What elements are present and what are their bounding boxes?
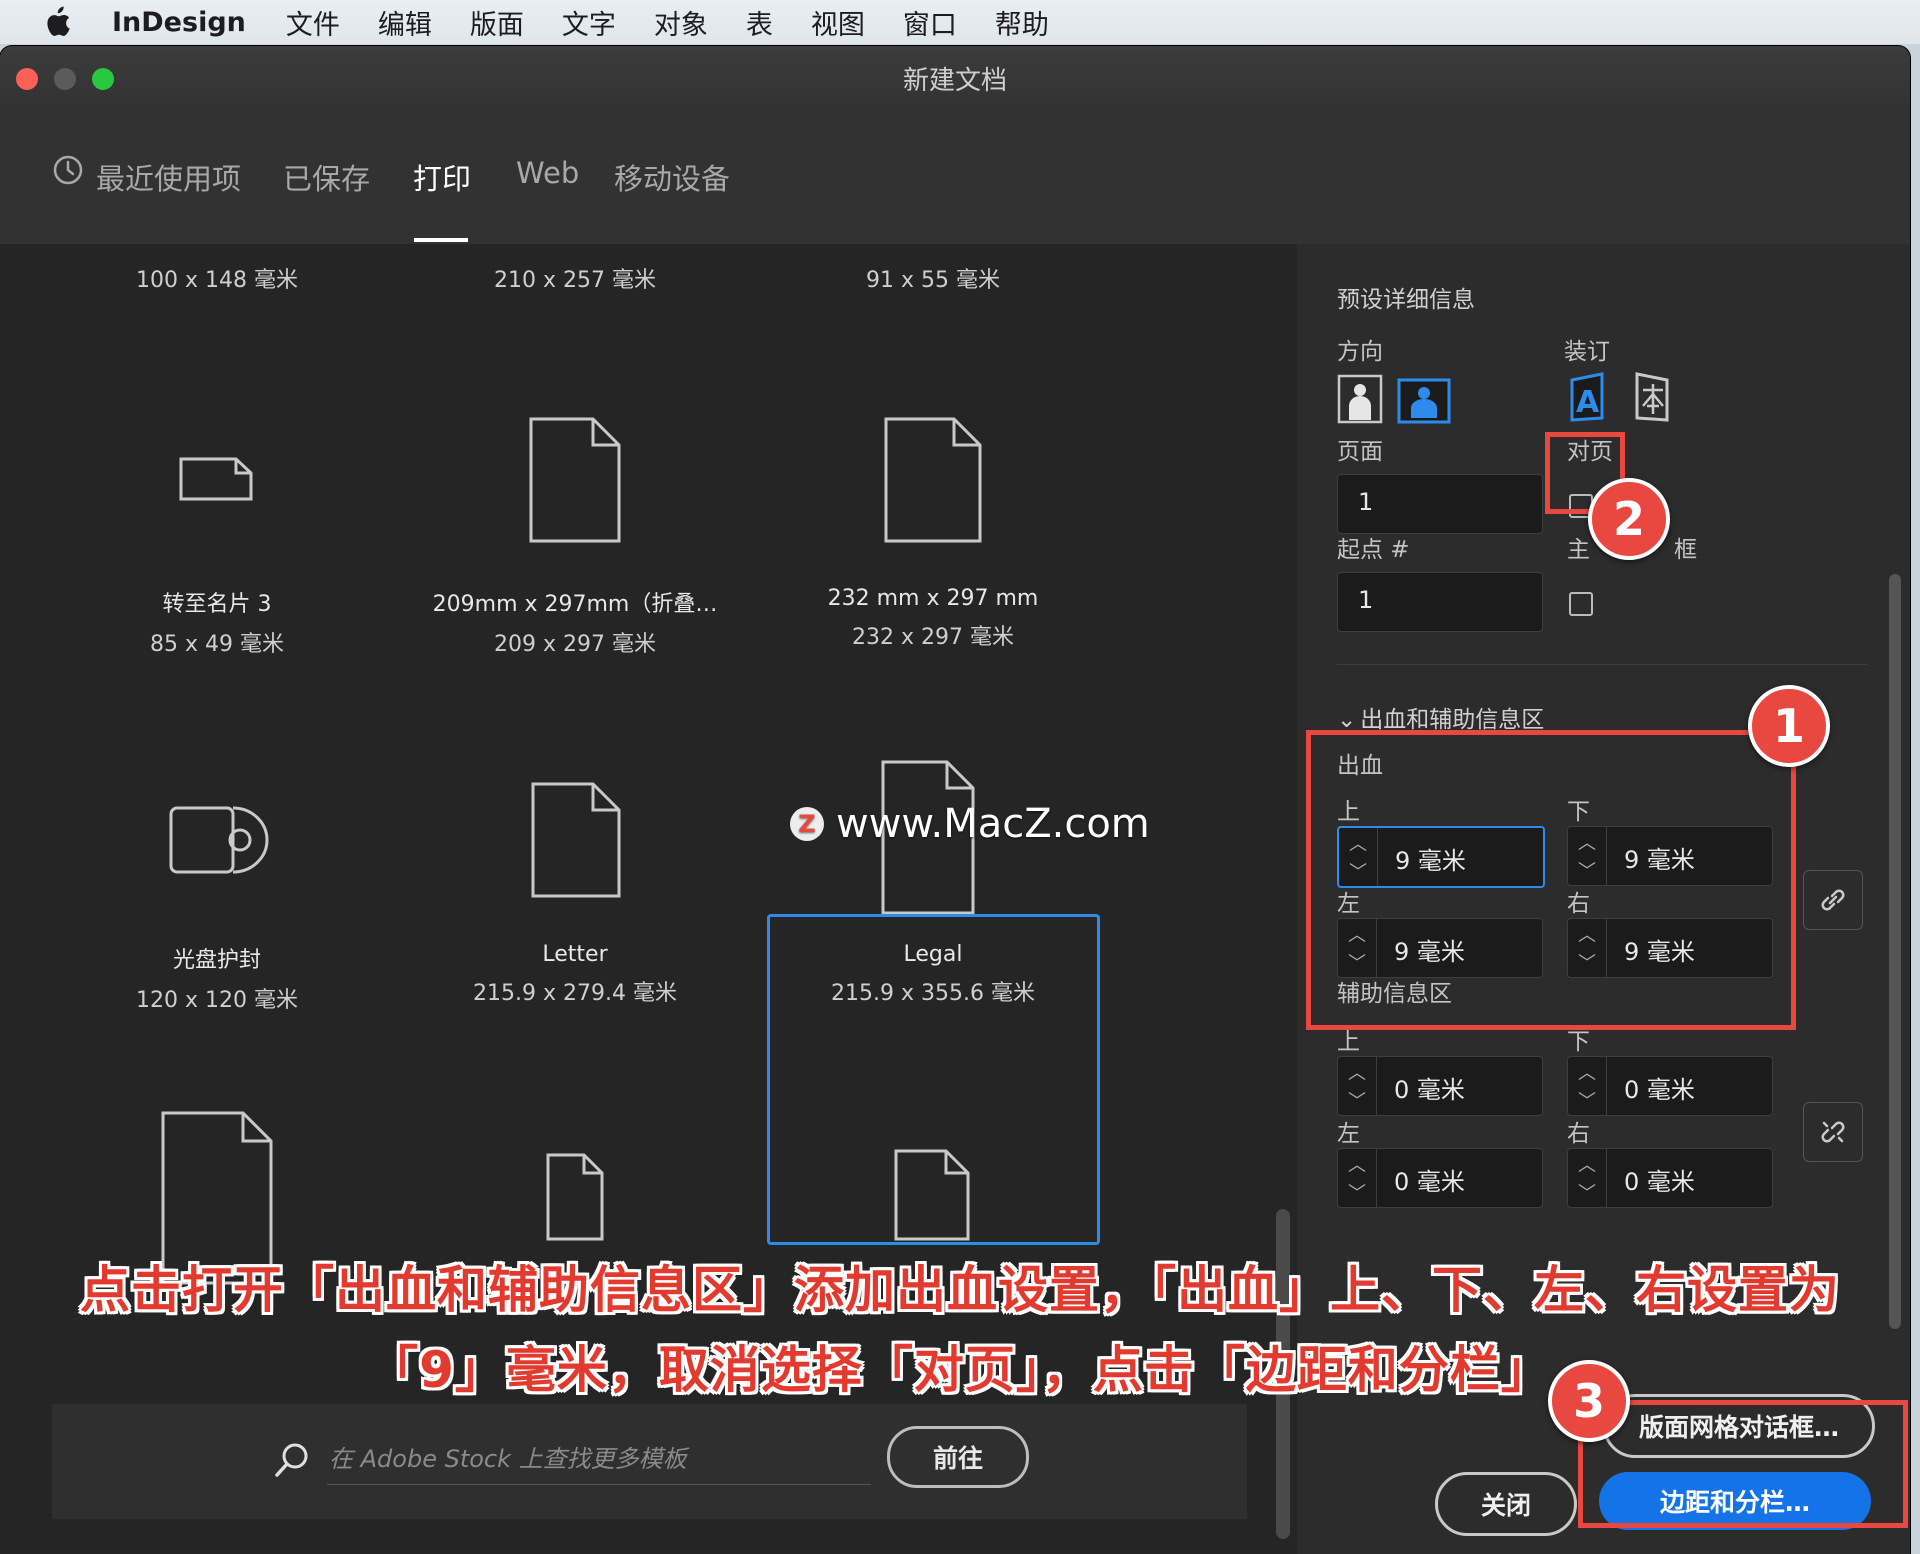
- link-bleed-values-button[interactable]: [1803, 870, 1863, 930]
- pages-label: 页面: [1337, 439, 1383, 465]
- active-tab-indicator: [414, 238, 468, 242]
- template-dims: 210 x 257 毫米: [494, 268, 656, 293]
- link-icon: [1821, 889, 1845, 911]
- document-icon: [884, 417, 982, 543]
- title-bar: 新建文档: [0, 46, 1910, 105]
- stock-search-bar: 前往: [52, 1404, 1247, 1519]
- template-name: 转至名片 3: [162, 592, 272, 617]
- unlink-icon: [1821, 1121, 1845, 1143]
- template-dims: 85 x 49 毫米: [150, 632, 284, 657]
- template-name: 232 mm x 297 mm: [827, 586, 1039, 611]
- apple-icon[interactable]: [42, 5, 72, 39]
- orientation-label: 方向: [1337, 339, 1383, 365]
- right-to-left-binding-icon[interactable]: [1629, 372, 1675, 422]
- small-document-icon: [894, 1149, 970, 1241]
- menu-table[interactable]: 表: [746, 3, 773, 42]
- template-dims: 100 x 148 毫米: [136, 268, 298, 293]
- small-document-icon: [546, 1153, 604, 1241]
- template-card[interactable]: 210 x 257 毫米: [405, 254, 745, 294]
- step-badge-2: 2: [1588, 478, 1670, 560]
- left-to-right-binding-icon[interactable]: A: [1564, 372, 1610, 422]
- template-card[interactable]: 100 x 148 毫米: [47, 254, 387, 294]
- card-landscape-icon: [179, 457, 253, 501]
- template-card[interactable]: 91 x 55 毫米: [763, 254, 1103, 294]
- menu-view[interactable]: 视图: [811, 3, 865, 42]
- menu-app-name[interactable]: InDesign: [112, 7, 246, 38]
- watermark: Z www.MacZ.com: [790, 801, 1150, 847]
- tab-saved[interactable]: 已保存: [283, 156, 370, 198]
- pages-input[interactable]: 1: [1337, 474, 1543, 534]
- template-name: Legal: [903, 942, 963, 967]
- template-dims: 215.9 x 279.4 毫米: [473, 981, 677, 1006]
- template-card[interactable]: Letter 215.9 x 279.4 毫米: [405, 942, 745, 1007]
- unlink-slug-values-button[interactable]: [1803, 1102, 1863, 1162]
- template-card[interactable]: 光盘护封 120 x 120 毫米: [47, 942, 387, 1014]
- tab-mobile[interactable]: 移动设备: [614, 156, 730, 198]
- stepper-arrows-icon[interactable]: ︿ ﹀: [1568, 1057, 1607, 1115]
- template-name: 209mm x 297mm（折叠…: [432, 592, 718, 617]
- tab-print[interactable]: 打印: [413, 156, 471, 198]
- cd-case-icon: [169, 806, 269, 874]
- tab-web[interactable]: Web: [516, 156, 579, 190]
- slug-top-stepper[interactable]: ︿ ﹀ 0 毫米: [1337, 1056, 1543, 1116]
- template-dims: 209 x 297 毫米: [494, 632, 656, 657]
- menu-file[interactable]: 文件: [286, 3, 340, 42]
- template-dims: 232 x 297 毫米: [852, 625, 1014, 650]
- template-card[interactable]: 232 mm x 297 mm 232 x 297 毫米: [763, 586, 1103, 651]
- search-icon: [275, 1443, 308, 1477]
- slug-bottom-stepper[interactable]: ︿ ﹀ 0 毫米: [1567, 1056, 1773, 1116]
- template-card-selected[interactable]: Legal 215.9 x 355.6 毫米: [763, 942, 1103, 1007]
- clock-icon: [53, 155, 83, 185]
- stepper-arrows-icon[interactable]: ︿ ﹀: [1568, 1149, 1607, 1207]
- letter-document-icon: [531, 782, 621, 898]
- stock-search-input[interactable]: [327, 1434, 871, 1485]
- menu-object[interactable]: 对象: [654, 3, 708, 42]
- section-divider: [1337, 664, 1867, 665]
- caption-line-2: 「9」毫米，取消选择「对页」，点击「边距和分栏」: [368, 1341, 1552, 1399]
- svg-text:A: A: [1576, 385, 1600, 420]
- menu-edit[interactable]: 编辑: [378, 3, 432, 42]
- primary-text-frame-checkbox[interactable]: [1569, 592, 1593, 616]
- start-page-input[interactable]: 1: [1337, 572, 1543, 632]
- panel-scrollbar[interactable]: [1889, 574, 1901, 1329]
- go-button[interactable]: 前往: [887, 1426, 1029, 1488]
- template-dims: 91 x 55 毫米: [866, 268, 1000, 293]
- document-icon: [529, 417, 621, 543]
- tab-recent[interactable]: 最近使用项: [96, 156, 241, 198]
- category-tabs: 最近使用项 已保存 打印 Web 移动设备: [0, 104, 1910, 245]
- menu-bar: InDesign 文件 编辑 版面 文字 对象 表 视图 窗口 帮助: [0, 0, 1920, 44]
- template-dims: 120 x 120 毫米: [136, 988, 298, 1013]
- step-badge-1: 1: [1748, 685, 1830, 767]
- watermark-logo-icon: Z: [790, 807, 824, 841]
- template-card[interactable]: 转至名片 3 85 x 49 毫米: [47, 586, 387, 658]
- close-button[interactable]: 关闭: [1435, 1472, 1577, 1536]
- stepper-arrows-icon[interactable]: ︿ ﹀: [1338, 1057, 1377, 1115]
- template-name: Letter: [542, 942, 608, 967]
- menu-window[interactable]: 窗口: [903, 3, 957, 42]
- landscape-orientation-icon[interactable]: [1397, 376, 1451, 426]
- template-dims: 215.9 x 355.6 毫米: [831, 981, 1035, 1006]
- binding-label: 装订: [1564, 339, 1610, 365]
- slug-left-label: 左: [1337, 1121, 1360, 1147]
- menu-help[interactable]: 帮助: [995, 3, 1049, 42]
- bleed-slug-toggle[interactable]: ⌄ 出血和辅助信息区: [1337, 700, 1544, 734]
- menu-type[interactable]: 文字: [562, 3, 616, 42]
- template-card[interactable]: 209mm x 297mm（折叠… 209 x 297 毫米: [405, 586, 745, 658]
- start-page-label: 起点 #: [1337, 537, 1410, 563]
- window-title: 新建文档: [902, 66, 1007, 96]
- portrait-orientation-icon[interactable]: [1337, 374, 1383, 424]
- margins-highlight-box: [1578, 1400, 1908, 1528]
- stepper-arrows-icon[interactable]: ︿ ﹀: [1338, 1149, 1377, 1207]
- caption-line-1: 点击打开「出血和辅助信息区」添加出血设置，「出血」上、下、左、右设置为: [80, 1261, 1840, 1319]
- preset-title: 预设详细信息: [1337, 287, 1475, 313]
- menu-layout[interactable]: 版面: [470, 3, 524, 42]
- slug-left-stepper[interactable]: ︿ ﹀ 0 毫米: [1337, 1148, 1543, 1208]
- template-name: 光盘护封: [172, 948, 261, 973]
- slug-right-label: 右: [1567, 1121, 1590, 1147]
- slug-right-stepper[interactable]: ︿ ﹀ 0 毫米: [1567, 1148, 1773, 1208]
- bleed-highlight-box: [1306, 730, 1796, 1030]
